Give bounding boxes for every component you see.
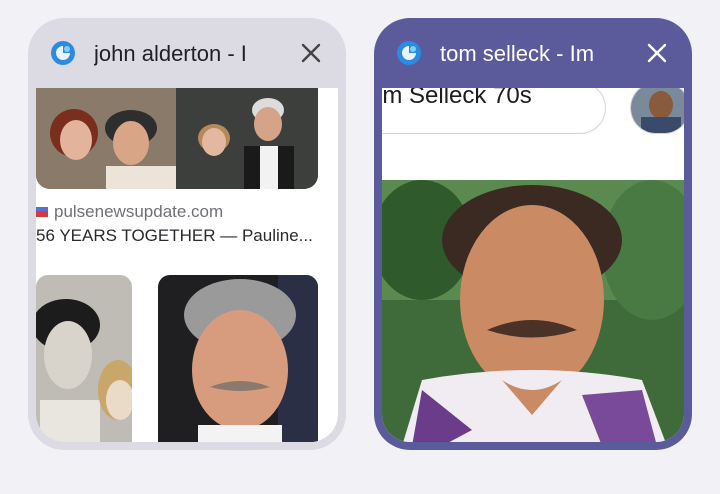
image-result-tom-selleck[interactable]	[382, 180, 684, 442]
tab-header: tom selleck - Im	[374, 18, 692, 88]
tab-preview[interactable]: pulsenewsupdate.com 56 YEARS TOGETHER — …	[36, 88, 338, 442]
close-tab-button[interactable]	[296, 38, 326, 68]
source-row[interactable]: pulsenewsupdate.com	[36, 202, 223, 222]
tab-preview[interactable]: Tom Selleck 70s	[382, 88, 684, 442]
source-url: pulsenewsupdate.com	[54, 202, 224, 221]
browser-logo-icon	[50, 40, 76, 66]
image-result-portrait[interactable]	[158, 275, 318, 442]
close-tab-button[interactable]	[642, 38, 672, 68]
tab-title: tom selleck - Im	[440, 41, 595, 66]
close-icon	[647, 43, 667, 63]
tab-title: john alderton - I	[94, 41, 247, 66]
tab-card-john-alderton[interactable]: john alderton - I pulsenewsupdate.com 56…	[28, 18, 346, 450]
site-favicon-icon	[36, 207, 48, 217]
tab-card-tom-selleck[interactable]: tom selleck - Im Tom Selleck 70s	[374, 18, 692, 450]
related-search-thumb[interactable]	[630, 88, 684, 134]
related-search-chip[interactable]: Tom Selleck 70s	[382, 88, 606, 134]
image-result-couple[interactable]	[36, 88, 318, 189]
browser-logo-icon	[396, 40, 422, 66]
close-icon	[301, 43, 321, 63]
tab-header: john alderton - I	[28, 18, 346, 88]
image-result-vintage[interactable]	[36, 275, 132, 442]
result-caption: 56 YEARS TOGETHER — Pauline...	[36, 226, 313, 245]
chip-label: Tom Selleck 70s	[382, 88, 532, 109]
